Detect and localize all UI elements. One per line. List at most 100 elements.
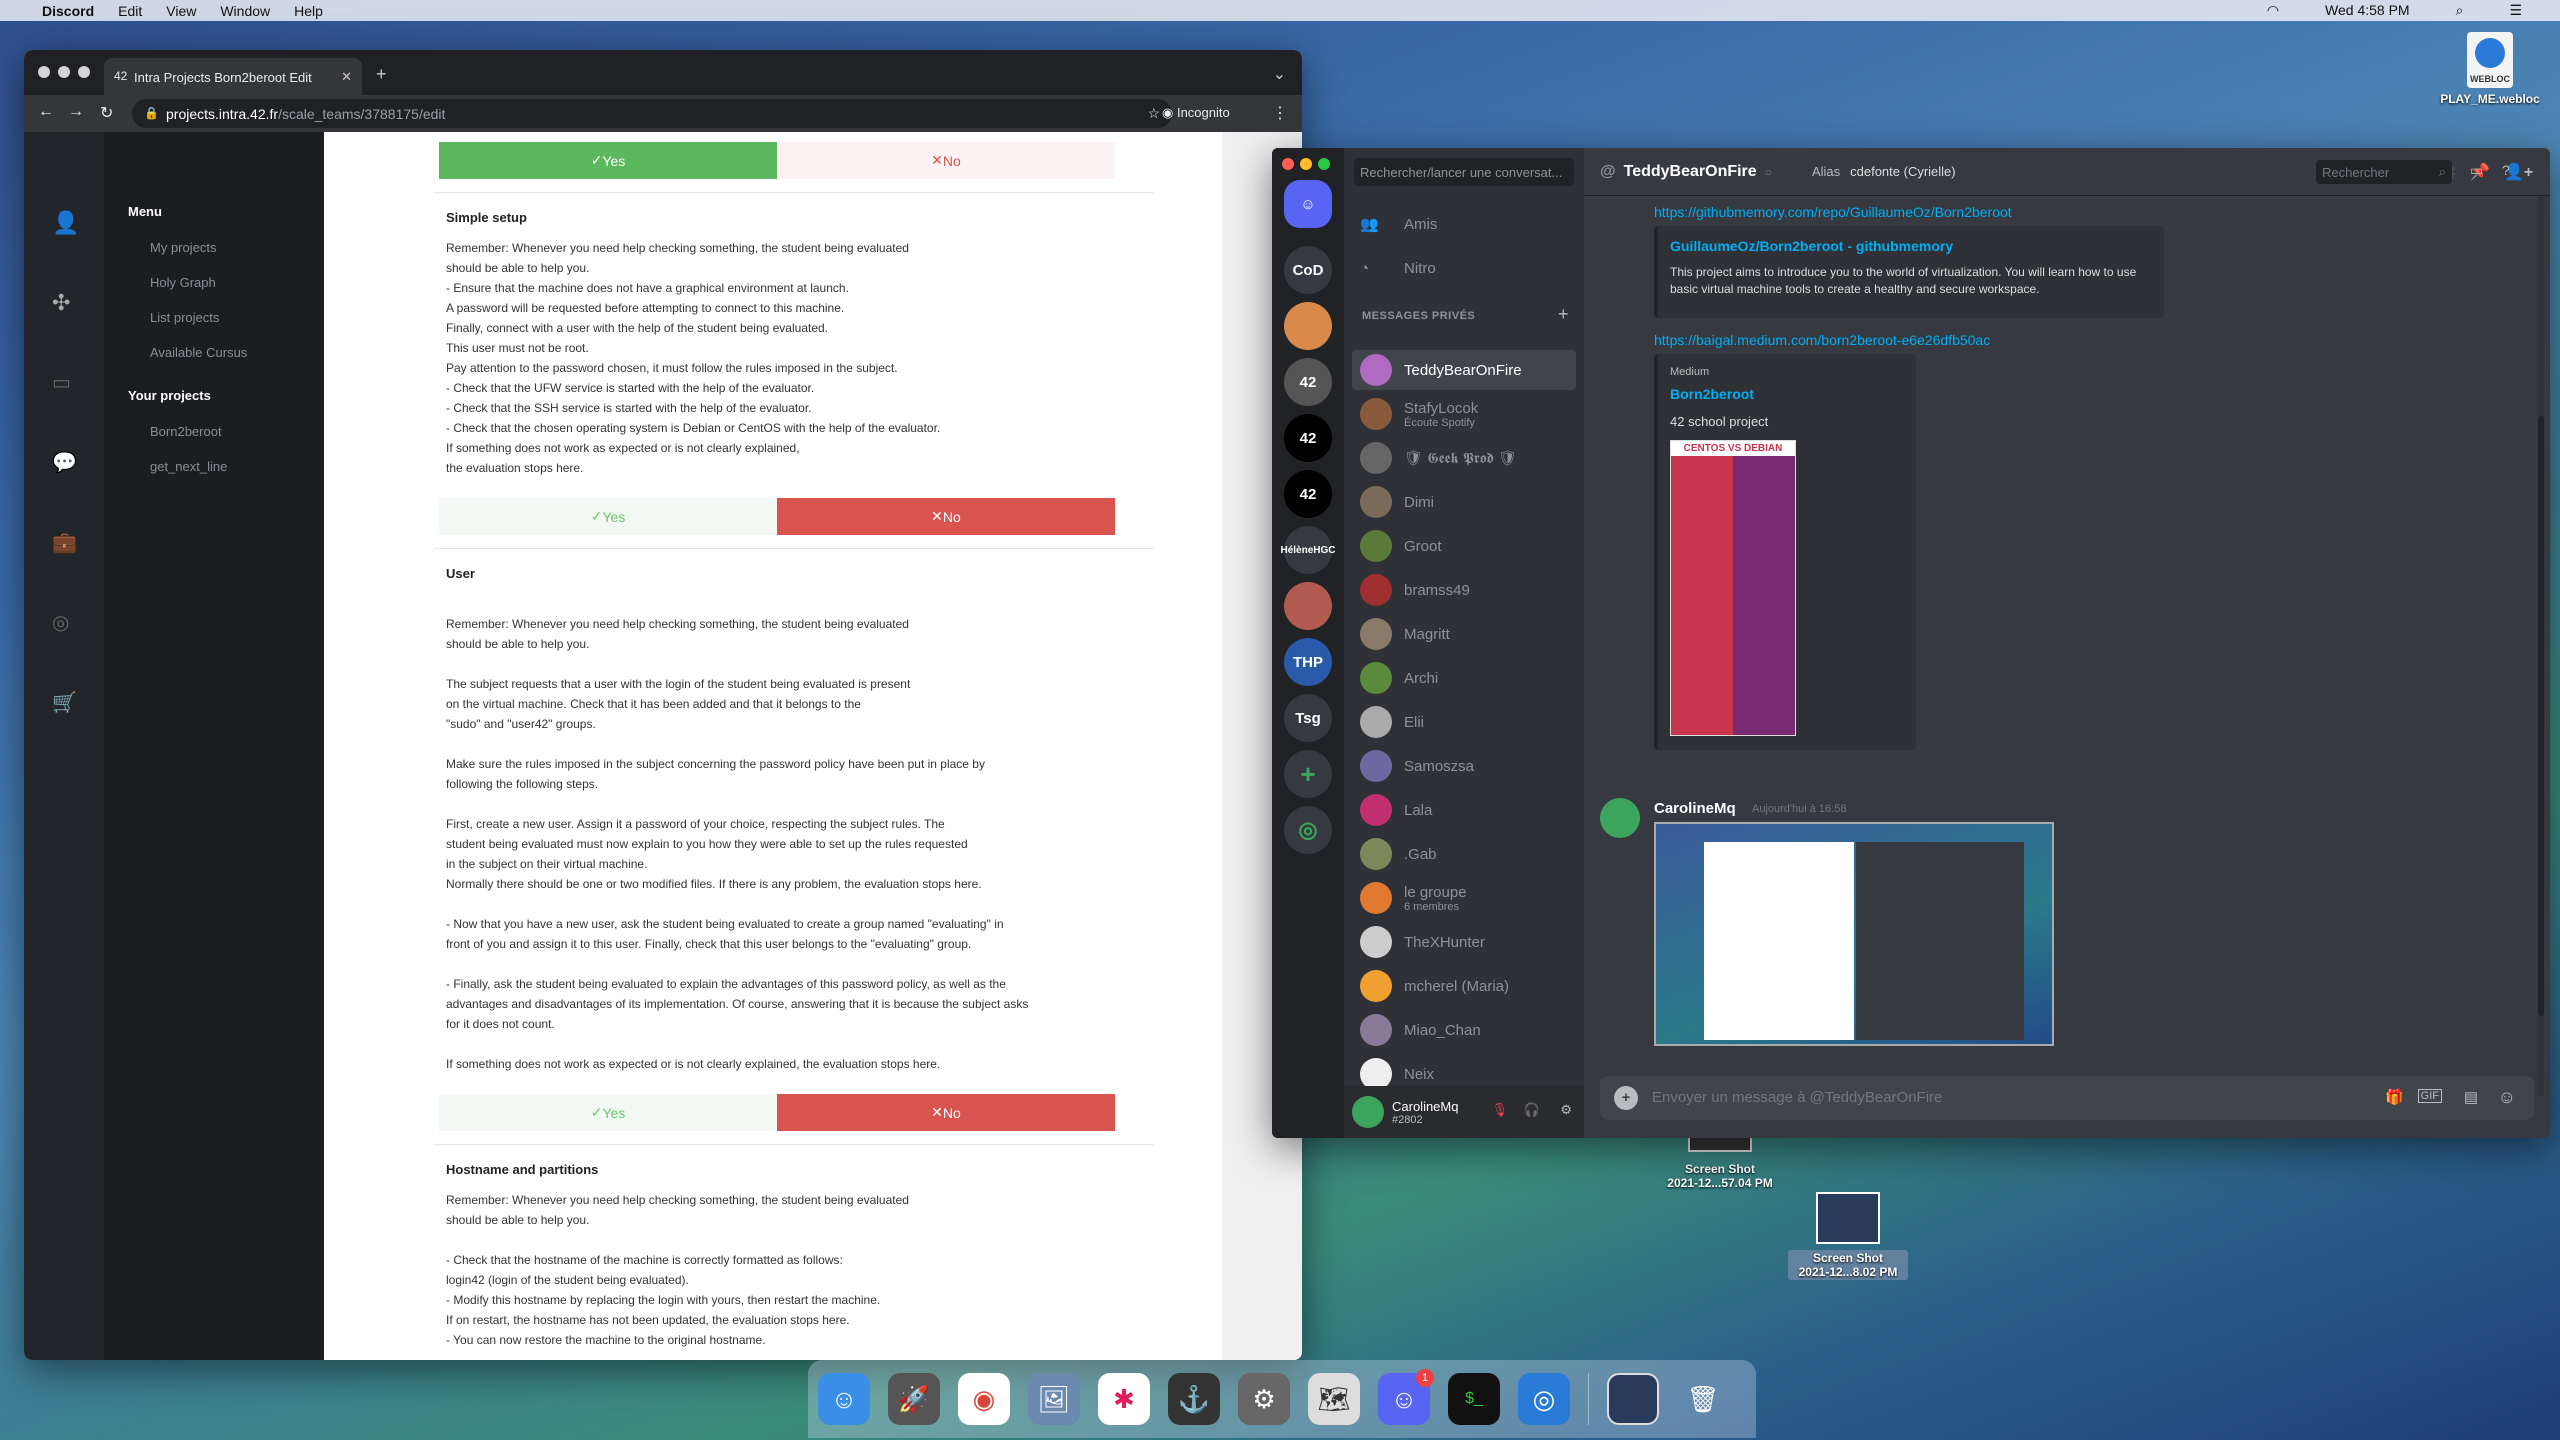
no-button[interactable]: ✕ No [777, 142, 1115, 179]
menu-list-projects[interactable]: List projects [150, 310, 219, 325]
dm-item[interactable]: Dimi [1352, 482, 1576, 522]
menu-window[interactable]: Window [220, 3, 270, 19]
clock[interactable]: Wed 4:58 PM [2325, 2, 2410, 19]
server-thp-icon[interactable]: THP [1284, 638, 1332, 686]
message-input[interactable]: + Envoyer un message à @TeddyBearOnFire … [1600, 1076, 2534, 1120]
new-dm-icon[interactable]: + [1558, 304, 1569, 325]
profile-icon[interactable]: 👤 [52, 210, 79, 236]
dm-item[interactable]: Archi [1352, 658, 1576, 698]
dm-item[interactable]: Magritt [1352, 614, 1576, 654]
forward-icon[interactable]: → [68, 103, 84, 121]
menu-view[interactable]: View [166, 3, 196, 19]
safari-icon[interactable]: ◎ [1518, 1373, 1570, 1425]
dm-item[interactable]: bramss49 [1352, 570, 1576, 610]
trash-icon[interactable]: 🗑 [1677, 1373, 1729, 1425]
yes-button[interactable]: ✓ Yes [439, 142, 777, 179]
preview-icon[interactable]: 🖼 [1028, 1373, 1080, 1425]
help-icon[interactable]: ? [2502, 162, 2510, 178]
dm-item[interactable]: mcherel (Maria) [1352, 966, 1576, 1006]
desktop-icon-webloc[interactable]: WEBLOC PLAY_ME.webloc [2430, 32, 2550, 106]
emoji-icon[interactable]: ☺ [2498, 1087, 2516, 1108]
dm-search-input[interactable]: Rechercher/lancer une conversat... [1354, 158, 1574, 186]
yes-button[interactable]: ✓ Yes [439, 498, 777, 535]
launchpad-icon[interactable]: 🚀 [888, 1373, 940, 1425]
server-tsg[interactable]: Tsg [1284, 694, 1332, 742]
explore-servers-icon[interactable]: ◎ [1284, 806, 1332, 854]
dm-item[interactable]: Miao_Chan [1352, 1010, 1576, 1050]
dm-item[interactable]: TheXHunter [1352, 922, 1576, 962]
menu-edit[interactable]: Edit [118, 3, 142, 19]
dm-item[interactable]: StafyLocok Écoute Spotify [1352, 394, 1576, 434]
gitkraken-icon[interactable]: ⚓ [1168, 1373, 1220, 1425]
finder-icon[interactable]: ☺ [818, 1373, 870, 1425]
message-link[interactable]: https://baigal.medium.com/born2beroot-e6… [1654, 332, 1990, 348]
dm-item[interactable]: le groupe 6 membres [1352, 878, 1576, 918]
server-cod[interactable]: CoD [1284, 246, 1332, 294]
no-button[interactable]: ✕ No [777, 1094, 1115, 1131]
tab-close-icon[interactable]: ✕ [341, 69, 352, 85]
gift-icon[interactable]: 🎁 [2385, 1088, 2404, 1106]
embed-title[interactable]: Born2beroot [1670, 386, 1754, 402]
server-avatar[interactable] [1284, 582, 1332, 630]
reload-icon[interactable]: ↻ [100, 103, 113, 123]
dm-item[interactable]: Groot [1352, 526, 1576, 566]
settings-gear-icon[interactable]: ⚙ [1560, 1102, 1572, 1118]
browser-tab[interactable]: 42 Intra Projects Born2beroot Edit ✕ [104, 58, 362, 95]
server-helene[interactable]: HélèneHGC [1281, 526, 1336, 574]
window-minimize-button[interactable] [58, 66, 70, 78]
new-tab-icon[interactable]: + [376, 64, 387, 85]
more-menu-icon[interactable]: ⋮ [1272, 103, 1288, 123]
incognito-indicator[interactable]: ◉ Incognito [1162, 105, 1230, 121]
dm-item[interactable]: Lala [1352, 790, 1576, 830]
window-minimize-button[interactable] [1300, 158, 1312, 170]
avatar[interactable] [1352, 1096, 1384, 1128]
upload-plus-icon[interactable]: + [1614, 1086, 1638, 1110]
address-bar[interactable]: 🔒 projects.intra.42.fr/scale_teams/37881… [132, 99, 1172, 128]
forum-icon[interactable]: 💬 [52, 450, 77, 475]
terminal-icon[interactable]: $_ [1448, 1373, 1500, 1425]
server-42-icon[interactable]: 42 [1284, 358, 1332, 406]
minimized-window-icon[interactable] [1607, 1373, 1659, 1425]
chrome-icon[interactable]: ◉ [958, 1373, 1010, 1425]
slack-icon[interactable]: ✱ [1098, 1373, 1150, 1425]
add-server-icon[interactable]: + [1284, 750, 1332, 798]
chat-search-input[interactable]: Rechercher ⌕ [2316, 160, 2452, 184]
system-preferences-icon[interactable]: ⚙ [1238, 1373, 1290, 1425]
message-link[interactable]: https://githubmemory.com/repo/GuillaumeO… [1654, 204, 2012, 220]
avatar[interactable] [1600, 798, 1640, 838]
menu-holy-graph[interactable]: Holy Graph [150, 275, 216, 290]
window-close-button[interactable] [38, 66, 50, 78]
gif-icon[interactable]: GIF [2417, 1089, 2442, 1103]
dm-item[interactable]: TeddyBearOnFire [1352, 350, 1576, 390]
project-get-next-line[interactable]: get_next_line [150, 459, 227, 474]
friends-link[interactable]: 👥 Amis [1352, 204, 1576, 244]
window-close-button[interactable] [1282, 158, 1294, 170]
maps-icon[interactable]: 🗺 [1308, 1373, 1360, 1425]
shop-icon[interactable]: 🛒 [52, 690, 77, 715]
compass-icon[interactable]: ◎ [52, 610, 69, 635]
window-zoom-button[interactable] [78, 66, 90, 78]
project-born2beroot[interactable]: Born2beroot [150, 424, 222, 439]
wifi-icon[interactable]: ◠ [2267, 2, 2279, 19]
menu-available-cursus[interactable]: Available Cursus [150, 345, 247, 360]
chat-scrollbar[interactable] [2538, 196, 2544, 1096]
companies-icon[interactable]: 💼 [52, 530, 77, 555]
tab-search-icon[interactable]: ⌄ [1273, 64, 1286, 84]
server-avatar[interactable] [1284, 302, 1332, 350]
scrollbar-thumb[interactable] [2538, 416, 2544, 1016]
dm-item[interactable]: Samoszsa [1352, 746, 1576, 786]
no-button[interactable]: ✕ No [777, 498, 1115, 535]
desktop-icon-screenshot-2[interactable]: Screen Shot 2021-12...8.02 PM [1788, 1192, 1908, 1280]
menu-app-name[interactable]: Discord [42, 3, 94, 19]
embed-title[interactable]: GuillaumeOz/Born2beroot - githubmemory [1670, 238, 1953, 254]
headphones-icon[interactable]: 🎧 [1524, 1102, 1540, 1118]
desktop-icon-screenshot-1[interactable]: Screen Shot 2021-12...57.04 PM [1660, 1130, 1780, 1190]
message-author[interactable]: CarolineMq [1654, 800, 1736, 817]
sticker-icon[interactable]: ▤ [2464, 1088, 2478, 1106]
mute-mic-icon[interactable]: 🎙 [1491, 1102, 1508, 1118]
back-icon[interactable]: ← [38, 103, 54, 121]
dm-item[interactable]: 🛡 𝕲𝖊𝖊𝖐 𝕻𝖗𝖔𝖉 🛡 [1352, 438, 1576, 478]
yes-button[interactable]: ✓ Yes [439, 1094, 777, 1131]
spotlight-icon[interactable]: ⌕ [2456, 2, 2464, 19]
bookmark-star-icon[interactable]: ☆ [1147, 105, 1160, 122]
